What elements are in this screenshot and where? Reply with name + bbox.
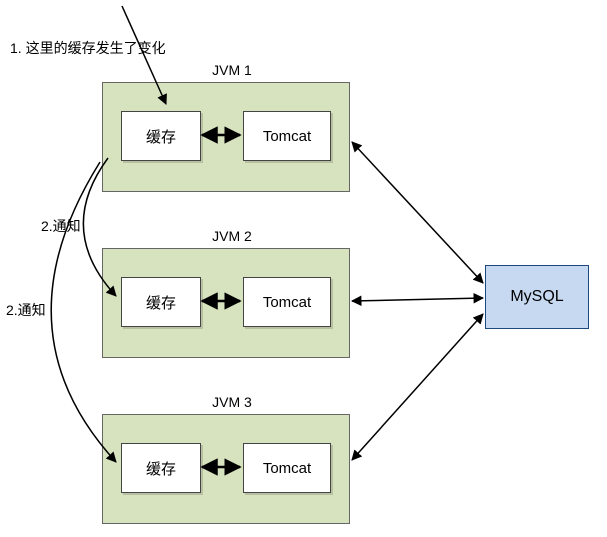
arrow-tomcat3-mysql [352, 314, 483, 460]
jvm1-label: JVM 1 [202, 62, 262, 78]
jvm3-container: 缓存 Tomcat [102, 414, 350, 524]
jvm1-cache-box: 缓存 [121, 111, 201, 161]
jvm1-tomcat-box: Tomcat [243, 111, 331, 161]
jvm2-tomcat-box: Tomcat [243, 277, 331, 327]
jvm1-container: 缓存 Tomcat [102, 82, 350, 192]
jvm2-container: 缓存 Tomcat [102, 248, 350, 358]
annotation-change: 1. 这里的缓存发生了变化 [10, 38, 166, 58]
annotation-notify-2: 2.通知 [6, 300, 46, 320]
arrow-tomcat1-mysql [352, 142, 483, 283]
annotation-notify-1: 2.通知 [41, 216, 81, 236]
jvm2-cache-box: 缓存 [121, 277, 201, 327]
jvm2-label: JVM 2 [202, 228, 262, 244]
jvm3-tomcat-box: Tomcat [243, 443, 331, 493]
mysql-box: MySQL [485, 265, 589, 329]
jvm3-cache-box: 缓存 [121, 443, 201, 493]
jvm3-label: JVM 3 [202, 394, 262, 410]
arrow-tomcat2-mysql [352, 298, 483, 301]
